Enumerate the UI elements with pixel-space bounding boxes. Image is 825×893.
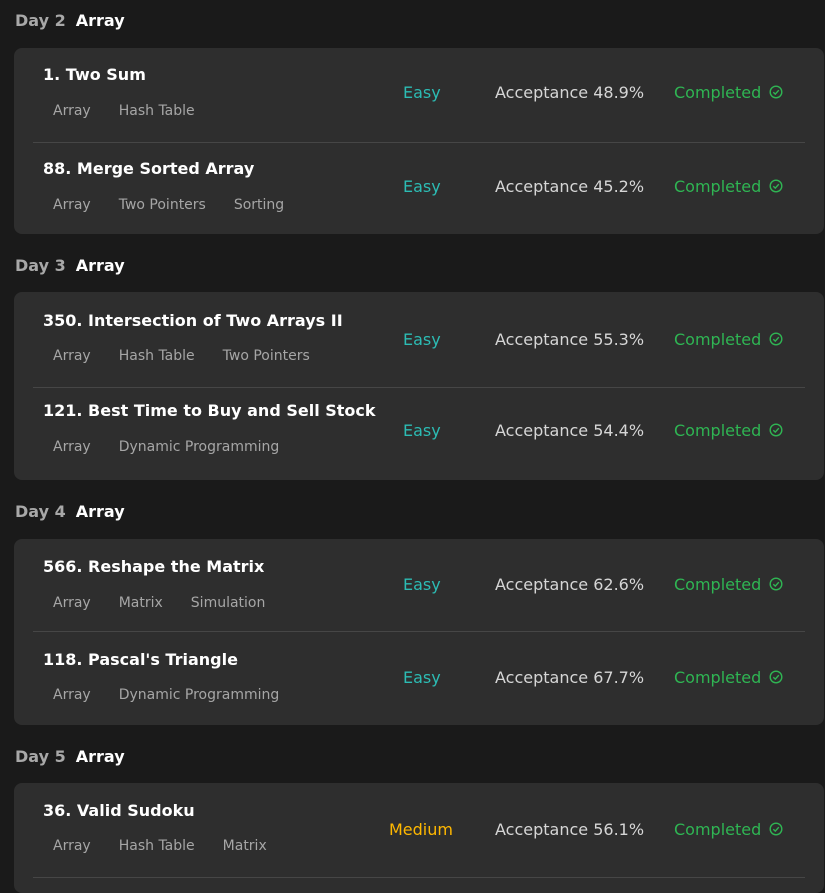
tag[interactable]: Hash Table	[119, 838, 195, 854]
acceptance-rate: Acceptance 45.2%	[495, 177, 645, 196]
difficulty-badge: Easy	[403, 177, 441, 196]
day-topic: Array	[75, 747, 125, 766]
check-circle-icon	[769, 179, 783, 193]
status: Completed	[674, 330, 783, 349]
problem-title[interactable]: 36. Valid Sudoku	[43, 801, 195, 820]
day-card: 36. Valid Sudoku Array Hash Table Matrix M…	[14, 783, 824, 893]
status-label: Completed	[674, 330, 762, 349]
status-label: Completed	[674, 83, 762, 102]
day-card: 350. Intersection of Two Arrays II Array…	[14, 292, 824, 480]
status-label: Completed	[674, 820, 762, 839]
tag[interactable]: Two Pointers	[119, 197, 206, 213]
day-label: Day 5	[15, 747, 66, 766]
check-circle-icon	[769, 670, 783, 684]
tag[interactable]: Dynamic Programming	[119, 687, 280, 703]
day-header: Day 2 Array	[15, 11, 125, 31]
acceptance-rate: Acceptance 55.3%	[495, 330, 645, 349]
difficulty-badge: Easy	[403, 330, 441, 349]
tag[interactable]: Array	[53, 439, 91, 455]
acceptance-rate: Acceptance 62.6%	[495, 575, 645, 594]
day-topic: Array	[75, 256, 125, 275]
tag-list: Array Hash Table Two Pointers	[53, 348, 338, 364]
status: Completed	[674, 177, 783, 196]
acceptance-rate: Acceptance 56.1%	[495, 820, 645, 839]
problem-title[interactable]: 121. Best Time to Buy and Sell Stock	[43, 401, 376, 420]
problem-row[interactable]: 350. Intersection of Two Arrays II Array…	[33, 292, 805, 388]
status-label: Completed	[674, 421, 762, 440]
status-label: Completed	[674, 575, 762, 594]
tag-list: Array Hash Table Matrix	[53, 838, 295, 854]
check-circle-icon	[769, 85, 783, 99]
difficulty-badge: Easy	[403, 668, 441, 687]
tag-list: Array Two Pointers Sorting	[53, 197, 312, 213]
day-label: Day 2	[15, 11, 66, 30]
problem-title[interactable]: 88. Merge Sorted Array	[43, 159, 254, 178]
day-label: Day 4	[15, 502, 66, 521]
day-header: Day 4 Array	[15, 502, 125, 522]
tag-list: Array Matrix Simulation	[53, 595, 293, 611]
acceptance-rate: Acceptance 48.9%	[495, 83, 645, 102]
day-card: 566. Reshape the Matrix Array Matrix Simul…	[14, 539, 824, 725]
tag[interactable]: Array	[53, 838, 91, 854]
acceptance-rate: Acceptance 67.7%	[495, 668, 645, 687]
tag[interactable]: Array	[53, 687, 91, 703]
status: Completed	[674, 820, 783, 839]
tag[interactable]: Array	[53, 595, 91, 611]
day-header: Day 5 Array	[15, 747, 125, 767]
tag[interactable]: Array	[53, 103, 91, 119]
tag[interactable]: Array	[53, 348, 91, 364]
check-circle-icon	[769, 822, 783, 836]
problem-row[interactable]: 121. Best Time to Buy and Sell Stock Arr…	[33, 388, 805, 480]
tag[interactable]: Matrix	[223, 838, 267, 854]
problem-row[interactable]: 1. Two Sum Array Hash Table Easy Acceptan…	[33, 48, 805, 143]
status: Completed	[674, 83, 783, 102]
tag[interactable]: Hash Table	[119, 103, 195, 119]
difficulty-badge: Easy	[403, 575, 441, 594]
status: Completed	[674, 668, 783, 687]
status-label: Completed	[674, 177, 762, 196]
tag[interactable]: Sorting	[234, 197, 284, 213]
tag[interactable]: Simulation	[191, 595, 266, 611]
check-circle-icon	[769, 423, 783, 437]
status-label: Completed	[674, 668, 762, 687]
day-header: Day 3 Array	[15, 256, 125, 276]
day-card: 1. Two Sum Array Hash Table Easy Acceptan…	[14, 48, 824, 234]
difficulty-badge: Easy	[403, 83, 441, 102]
tag-list: Array Dynamic Programming	[53, 439, 307, 455]
problem-title[interactable]: 350. Intersection of Two Arrays II	[43, 311, 343, 330]
check-circle-icon	[769, 577, 783, 591]
problem-row[interactable]: 36. Valid Sudoku Array Hash Table Matrix M…	[33, 783, 805, 878]
check-circle-icon	[769, 332, 783, 346]
problem-title[interactable]: 566. Reshape the Matrix	[43, 557, 264, 576]
tag[interactable]: Two Pointers	[223, 348, 310, 364]
problem-row[interactable]: 118. Pascal's Triangle Array Dynamic Prog…	[33, 632, 805, 725]
difficulty-badge: Medium	[389, 820, 453, 839]
tag[interactable]: Matrix	[119, 595, 163, 611]
tag[interactable]: Array	[53, 197, 91, 213]
status: Completed	[674, 575, 783, 594]
day-topic: Array	[75, 502, 125, 521]
status: Completed	[674, 421, 783, 440]
problem-row[interactable]: 566. Reshape the Matrix Array Matrix Simul…	[33, 539, 805, 632]
tag-list: Array Dynamic Programming	[53, 687, 307, 703]
acceptance-rate: Acceptance 54.4%	[495, 421, 645, 440]
tag-list: Array Hash Table	[53, 103, 223, 119]
problem-title[interactable]: 1. Two Sum	[43, 65, 146, 84]
day-label: Day 3	[15, 256, 66, 275]
difficulty-badge: Easy	[403, 421, 441, 440]
tag[interactable]: Hash Table	[119, 348, 195, 364]
day-topic: Array	[75, 11, 125, 30]
problem-row[interactable]: 88. Merge Sorted Array Array Two Pointers…	[33, 142, 805, 234]
tag[interactable]: Dynamic Programming	[119, 439, 280, 455]
problem-title[interactable]: 118. Pascal's Triangle	[43, 650, 238, 669]
